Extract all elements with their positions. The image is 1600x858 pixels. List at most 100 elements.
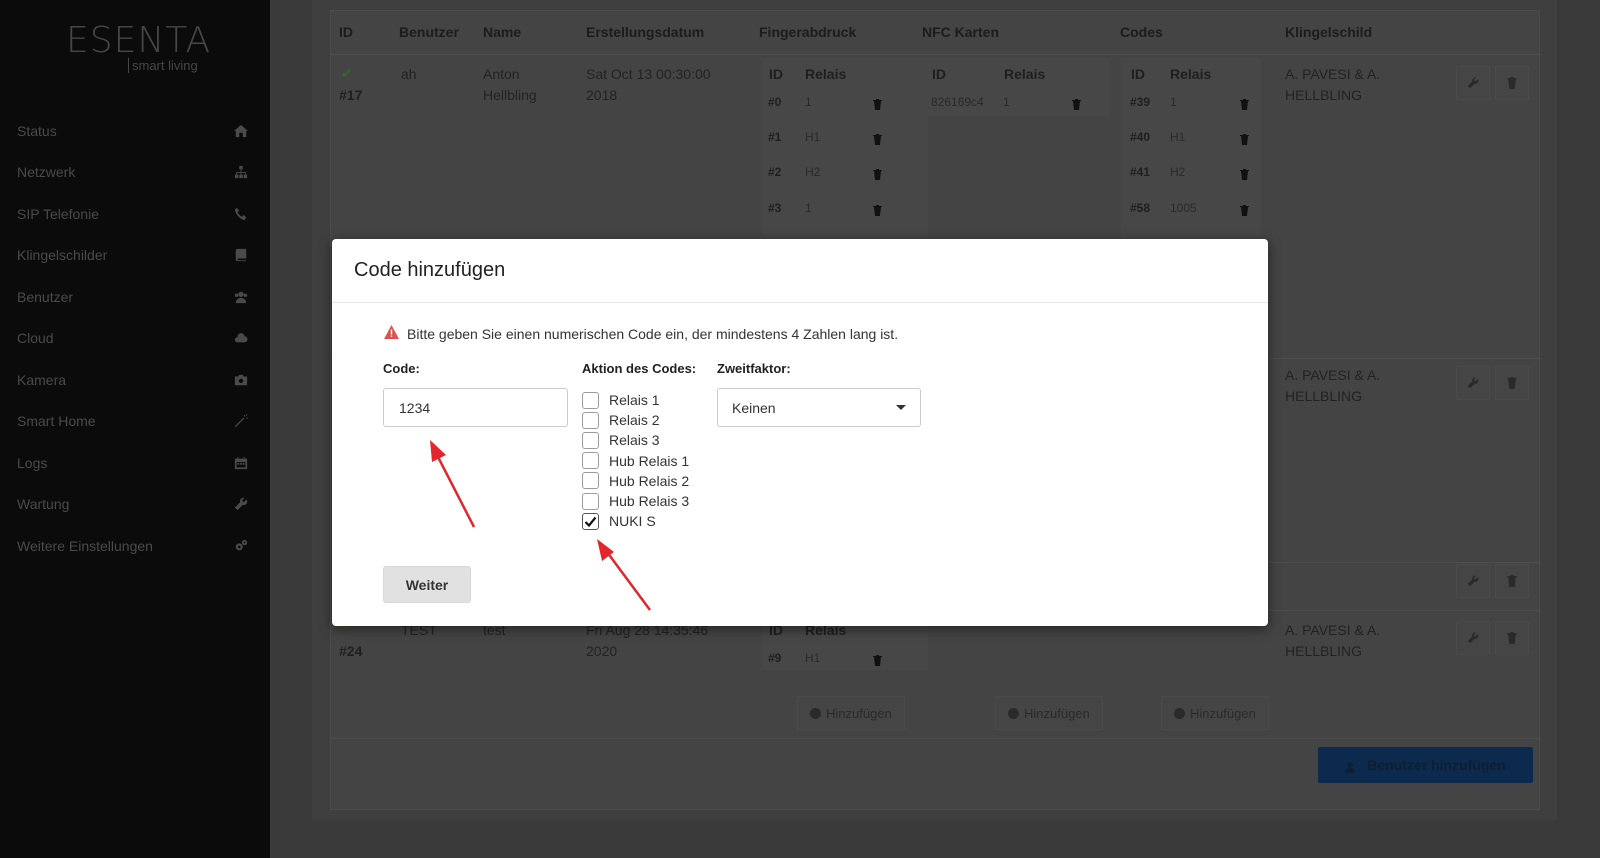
checkbox-label: Relais 3: [609, 432, 660, 449]
checkbox[interactable]: [582, 431, 599, 449]
checkbox-label: Relais 1: [609, 392, 660, 409]
trash-icon[interactable]: [1240, 167, 1249, 180]
code-id: #58: [1130, 201, 1151, 215]
trash-icon[interactable]: [873, 167, 882, 180]
trash-icon[interactable]: [873, 97, 882, 110]
user-id: #24: [339, 643, 363, 659]
brand-logo: ESENTA smart living: [66, 20, 211, 73]
action-hub-relais-2[interactable]: Hub Relais 2: [582, 471, 689, 491]
trash-icon[interactable]: [873, 653, 882, 666]
add-label: Hinzufügen: [1024, 705, 1090, 721]
sidebar-item-kamera[interactable]: Kamera: [0, 359, 270, 401]
nfc-subheader-id: ID: [932, 66, 946, 82]
checkbox-label: Relais 2: [609, 412, 660, 429]
checkbox[interactable]: [582, 492, 599, 510]
checkbox[interactable]: [582, 391, 599, 409]
next-button[interactable]: Weiter: [383, 566, 471, 603]
add-code-button[interactable]: Hinzufügen: [1161, 696, 1269, 730]
created-date: 2018: [586, 87, 618, 103]
brand-tagline: smart living: [128, 58, 198, 73]
calendar-icon: [234, 456, 248, 470]
sidebar-item-wartung[interactable]: Wartung: [0, 484, 270, 526]
action-hub-relais-3[interactable]: Hub Relais 3: [582, 491, 689, 511]
col-header-codes: Codes: [1120, 24, 1163, 40]
trash-icon[interactable]: [873, 203, 882, 216]
trash-icon[interactable]: [1240, 132, 1249, 145]
checkbox-label: Hub Relais 3: [609, 493, 690, 510]
bell-label: HELLBLING: [1285, 388, 1363, 404]
fp-id: #0: [768, 95, 782, 109]
bell-label: HELLBLING: [1285, 87, 1363, 103]
action-hub-relais-1[interactable]: Hub Relais 1: [582, 451, 689, 471]
delete-user-button[interactable]: [1495, 564, 1529, 598]
sidebar-item-weitere-einstellungen[interactable]: Weitere Einstellungen: [0, 525, 270, 567]
sidebar-item-logs[interactable]: Logs: [0, 442, 270, 484]
code-input[interactable]: [383, 388, 568, 427]
sidebar-item-benutzer[interactable]: Benutzer: [0, 276, 270, 318]
action-relais-3[interactable]: Relais 3: [582, 430, 689, 450]
trash-icon: [1507, 575, 1517, 587]
user-login: ah: [401, 66, 417, 82]
code-id: #40: [1130, 130, 1151, 144]
checkbox-label: Hub Relais 1: [609, 452, 690, 469]
checkbox-checked[interactable]: [582, 512, 599, 530]
sidebar-item-label: Status: [17, 122, 57, 139]
trash-icon[interactable]: [873, 132, 882, 145]
add-user-label: Benutzer hinzufügen: [1367, 757, 1506, 773]
second-factor-label: Zweitfaktor:: [717, 361, 791, 376]
sidebar-item-label: Netzwerk: [17, 164, 76, 181]
add-fingerprint-button[interactable]: Hinzufügen: [797, 696, 905, 730]
sidebar-item-sip-telefonie[interactable]: SIP Telefonie: [0, 193, 270, 235]
bell-label: A. PAVESI & A.: [1285, 622, 1381, 638]
user-icon: [1345, 760, 1356, 773]
col-header-benutzer: Benutzer: [399, 24, 459, 40]
checkbox[interactable]: [582, 472, 599, 490]
add-nfc-button[interactable]: Hinzufügen: [995, 696, 1103, 730]
bell-label: A. PAVESI & A.: [1285, 66, 1381, 82]
book-icon: [234, 248, 248, 262]
edit-user-button[interactable]: [1456, 621, 1490, 655]
bell-label: A. PAVESI & A.: [1285, 367, 1381, 383]
action-relais-1[interactable]: Relais 1: [582, 390, 689, 410]
sidebar-item-smart-home[interactable]: Smart Home: [0, 401, 270, 443]
camera-icon: [234, 373, 248, 387]
action-nuki-s[interactable]: NUKI S: [582, 511, 689, 531]
fp-relais: 1: [805, 201, 812, 215]
add-label: Hinzufügen: [826, 705, 892, 721]
sidebar-item-label: Smart Home: [17, 413, 96, 430]
sidebar-item-label: Klingelschilder: [17, 247, 108, 264]
user-name: Anton: [483, 66, 520, 82]
delete-user-button[interactable]: [1495, 366, 1529, 400]
fp-relais: H1: [805, 130, 821, 144]
codes-subtable: [1121, 58, 1261, 248]
checkbox[interactable]: [582, 452, 599, 470]
checkbox[interactable]: [582, 411, 599, 429]
checkmark-icon: [584, 516, 597, 527]
active-check-icon: ✔: [341, 66, 352, 81]
edit-user-button[interactable]: [1456, 366, 1490, 400]
delete-user-button[interactable]: [1495, 66, 1529, 100]
sidebar-item-status[interactable]: Status: [0, 110, 270, 152]
sidebar-item-klingelschilder[interactable]: Klingelschilder: [0, 235, 270, 277]
delete-user-button[interactable]: [1495, 621, 1529, 655]
fp-relais: 1: [805, 95, 812, 109]
edit-user-button[interactable]: [1456, 564, 1490, 598]
col-header-date: Erstellungsdatum: [586, 24, 705, 40]
trash-icon[interactable]: [1072, 97, 1081, 110]
sidebar-item-label: Weitere Einstellungen: [17, 537, 153, 554]
plus-circle-icon: [1174, 707, 1185, 719]
sidebar-item-cloud[interactable]: Cloud: [0, 318, 270, 360]
sidebar-item-netzwerk[interactable]: Netzwerk: [0, 152, 270, 194]
created-date: 2020: [586, 643, 618, 659]
action-relais-2[interactable]: Relais 2: [582, 410, 689, 430]
bell-label: HELLBLING: [1285, 643, 1363, 659]
sidebar-item-label: SIP Telefonie: [17, 205, 99, 222]
plus-circle-icon: [1008, 707, 1019, 719]
add-user-button[interactable]: Benutzer hinzufügen: [1318, 747, 1533, 783]
trash-icon[interactable]: [1240, 97, 1249, 110]
edit-user-button[interactable]: [1456, 66, 1490, 100]
second-factor-select[interactable]: Keinen: [717, 388, 921, 427]
code-relais: 1: [1170, 95, 1177, 109]
trash-icon[interactable]: [1240, 203, 1249, 216]
fp-id: #2: [768, 165, 782, 179]
